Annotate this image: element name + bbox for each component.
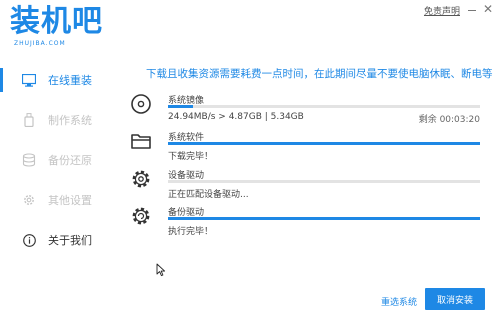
sidebar-item-label: 其他设置 xyxy=(48,194,92,207)
active-indicator xyxy=(0,68,3,92)
disclaimer-link[interactable]: 免责声明 xyxy=(424,4,460,17)
sidebar-item-label: 在线重装 xyxy=(48,74,92,87)
monitor-icon xyxy=(22,73,36,87)
time-remaining: 剩余 00:03:20 xyxy=(418,115,480,125)
app-logo: 装机吧 ZHUJIBA.COM xyxy=(10,4,120,54)
task-status: 24.94MB/s > 4.87GB | 5.34GB xyxy=(168,112,304,122)
info-icon xyxy=(22,233,36,247)
sidebar-item-other-settings[interactable]: 其他设置 xyxy=(0,182,110,218)
progress-track xyxy=(168,180,480,183)
gear-icon xyxy=(22,193,36,207)
task-status: 执行完毕！ xyxy=(168,227,214,237)
reselect-system-link[interactable]: 重选系统 xyxy=(381,295,417,308)
disc-icon xyxy=(130,93,152,115)
folder-icon xyxy=(130,130,152,152)
sidebar-item-about-us[interactable]: 关于我们 xyxy=(0,222,110,258)
close-icon[interactable]: ✕ xyxy=(482,2,494,16)
minimize-icon[interactable] xyxy=(466,4,478,16)
sidebar-item-make-system[interactable]: 制作系统 xyxy=(0,102,110,138)
sidebar: 在线重装 制作系统 备份还原 其他设置 关于我们 xyxy=(0,54,110,318)
backup-icon xyxy=(22,153,36,167)
mouse-cursor-icon xyxy=(156,262,166,281)
progress-track xyxy=(168,217,480,220)
progress-fill xyxy=(168,105,193,108)
progress-fill xyxy=(168,217,480,220)
cancel-install-button[interactable]: 取消安装 xyxy=(425,288,485,310)
progress-track xyxy=(168,105,480,108)
task-status: 下载完毕！ xyxy=(168,152,214,162)
download-notice: 下载且收集资源需要耗费一点时间，在此期间尽量不要使电脑休眠、断电等 xyxy=(146,68,493,80)
logo-subtext: ZHUJIBA.COM xyxy=(14,40,66,47)
sidebar-item-label: 备份还原 xyxy=(48,154,92,167)
driver-gear-icon xyxy=(130,168,152,190)
task-status: 正在匹配设备驱动... xyxy=(168,190,249,200)
progress-track xyxy=(168,142,480,145)
backup-gear-icon xyxy=(130,205,152,227)
progress-fill xyxy=(168,142,480,145)
sidebar-item-online-reinstall[interactable]: 在线重装 xyxy=(0,62,110,98)
usb-icon xyxy=(22,113,36,127)
sidebar-item-backup-restore[interactable]: 备份还原 xyxy=(0,142,110,178)
sidebar-item-label: 制作系统 xyxy=(48,114,92,127)
sidebar-item-label: 关于我们 xyxy=(48,234,92,247)
logo-text: 装机吧 xyxy=(10,4,103,39)
